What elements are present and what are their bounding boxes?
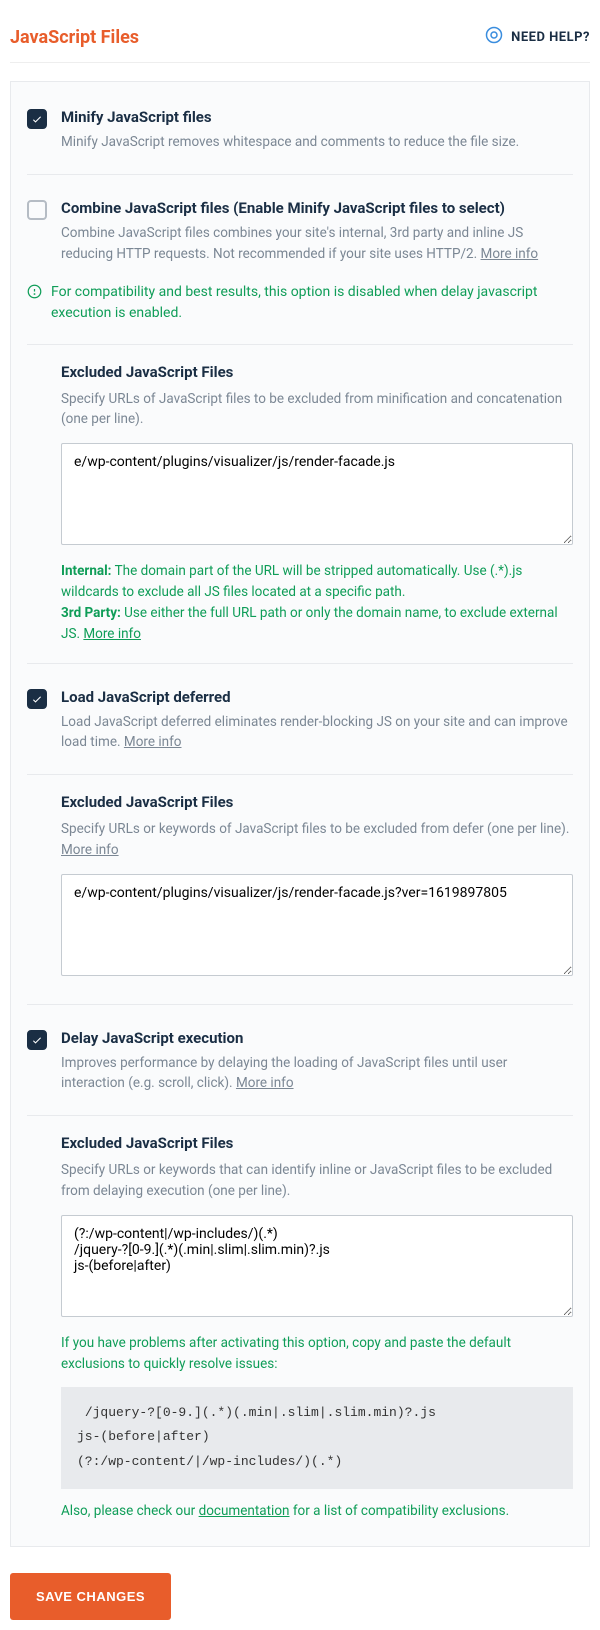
divider: [27, 663, 573, 664]
excluded2-more-info-link[interactable]: More info: [61, 842, 119, 858]
divider: [27, 1004, 573, 1005]
check-icon: [31, 113, 43, 125]
excluded2-title: Excluded JavaScript Files: [61, 793, 573, 811]
minify-desc: Minify JavaScript removes whitespace and…: [61, 132, 573, 152]
defer-desc: Load JavaScript deferred eliminates rend…: [61, 712, 573, 753]
delay-more-info-link[interactable]: More info: [236, 1075, 294, 1091]
excluded2-textarea[interactable]: [61, 874, 573, 976]
option-minify: Minify JavaScript files Minify JavaScrip…: [27, 102, 573, 166]
excluded1-desc: Specify URLs of JavaScript files to be e…: [61, 389, 573, 430]
divider: [27, 774, 573, 775]
minify-title: Minify JavaScript files: [61, 108, 573, 126]
divider: [27, 174, 573, 175]
excluded1-note: Internal: The domain part of the URL wil…: [61, 561, 573, 645]
combine-disabled-note: For compatibility and best results, this…: [27, 278, 573, 336]
excluded3-textarea[interactable]: [61, 1215, 573, 1317]
excluded1-title: Excluded JavaScript Files: [61, 363, 573, 381]
divider: [27, 1115, 573, 1116]
need-help-link[interactable]: NEED HELP?: [485, 26, 590, 48]
excluded3-title: Excluded JavaScript Files: [61, 1134, 573, 1152]
combine-checkbox[interactable]: [27, 200, 47, 220]
default-exclusions-code: /jquery-?[0-9.](.*)(.min|.slim|.slim.min…: [61, 1387, 573, 1489]
documentation-link[interactable]: documentation: [199, 1503, 290, 1519]
defer-checkbox[interactable]: [27, 689, 47, 709]
combine-desc: Combine JavaScript files combines your s…: [61, 223, 573, 264]
delay-title: Delay JavaScript execution: [61, 1029, 573, 1047]
option-combine: Combine JavaScript files (Enable Minify …: [27, 193, 573, 278]
excluded1-textarea[interactable]: [61, 443, 573, 545]
minify-checkbox[interactable]: [27, 109, 47, 129]
page-title: JavaScript Files: [10, 27, 139, 48]
excluded3-note1: If you have problems after activating th…: [61, 1333, 573, 1375]
need-help-label: NEED HELP?: [511, 30, 590, 45]
help-icon: [485, 26, 503, 48]
excluded-defer-section: Excluded JavaScript Files Specify URLs o…: [27, 793, 573, 980]
excluded1-more-info-link[interactable]: More info: [83, 626, 141, 642]
combine-more-info-link[interactable]: More info: [481, 246, 539, 262]
save-changes-button[interactable]: SAVE CHANGES: [10, 1573, 171, 1620]
excluded3-note2: Also, please check our documentation for…: [61, 1501, 573, 1522]
combine-title: Combine JavaScript files (Enable Minify …: [61, 199, 573, 217]
check-icon: [31, 693, 43, 705]
info-icon: [27, 284, 43, 324]
defer-title: Load JavaScript deferred: [61, 688, 573, 706]
settings-panel: Minify JavaScript files Minify JavaScrip…: [10, 81, 590, 1547]
check-icon: [31, 1034, 43, 1046]
delay-checkbox[interactable]: [27, 1030, 47, 1050]
defer-more-info-link[interactable]: More info: [124, 734, 182, 750]
excluded3-desc: Specify URLs or keywords that can identi…: [61, 1160, 573, 1201]
option-delay: Delay JavaScript execution Improves perf…: [27, 1023, 573, 1108]
divider: [27, 344, 573, 345]
excluded-delay-section: Excluded JavaScript Files Specify URLs o…: [27, 1134, 573, 1521]
page-header: JavaScript Files NEED HELP?: [10, 10, 590, 63]
excluded-minify-section: Excluded JavaScript Files Specify URLs o…: [27, 363, 573, 645]
excluded2-desc: Specify URLs or keywords of JavaScript f…: [61, 819, 573, 860]
option-defer: Load JavaScript deferred Load JavaScript…: [27, 682, 573, 767]
delay-desc: Improves performance by delaying the loa…: [61, 1053, 573, 1094]
